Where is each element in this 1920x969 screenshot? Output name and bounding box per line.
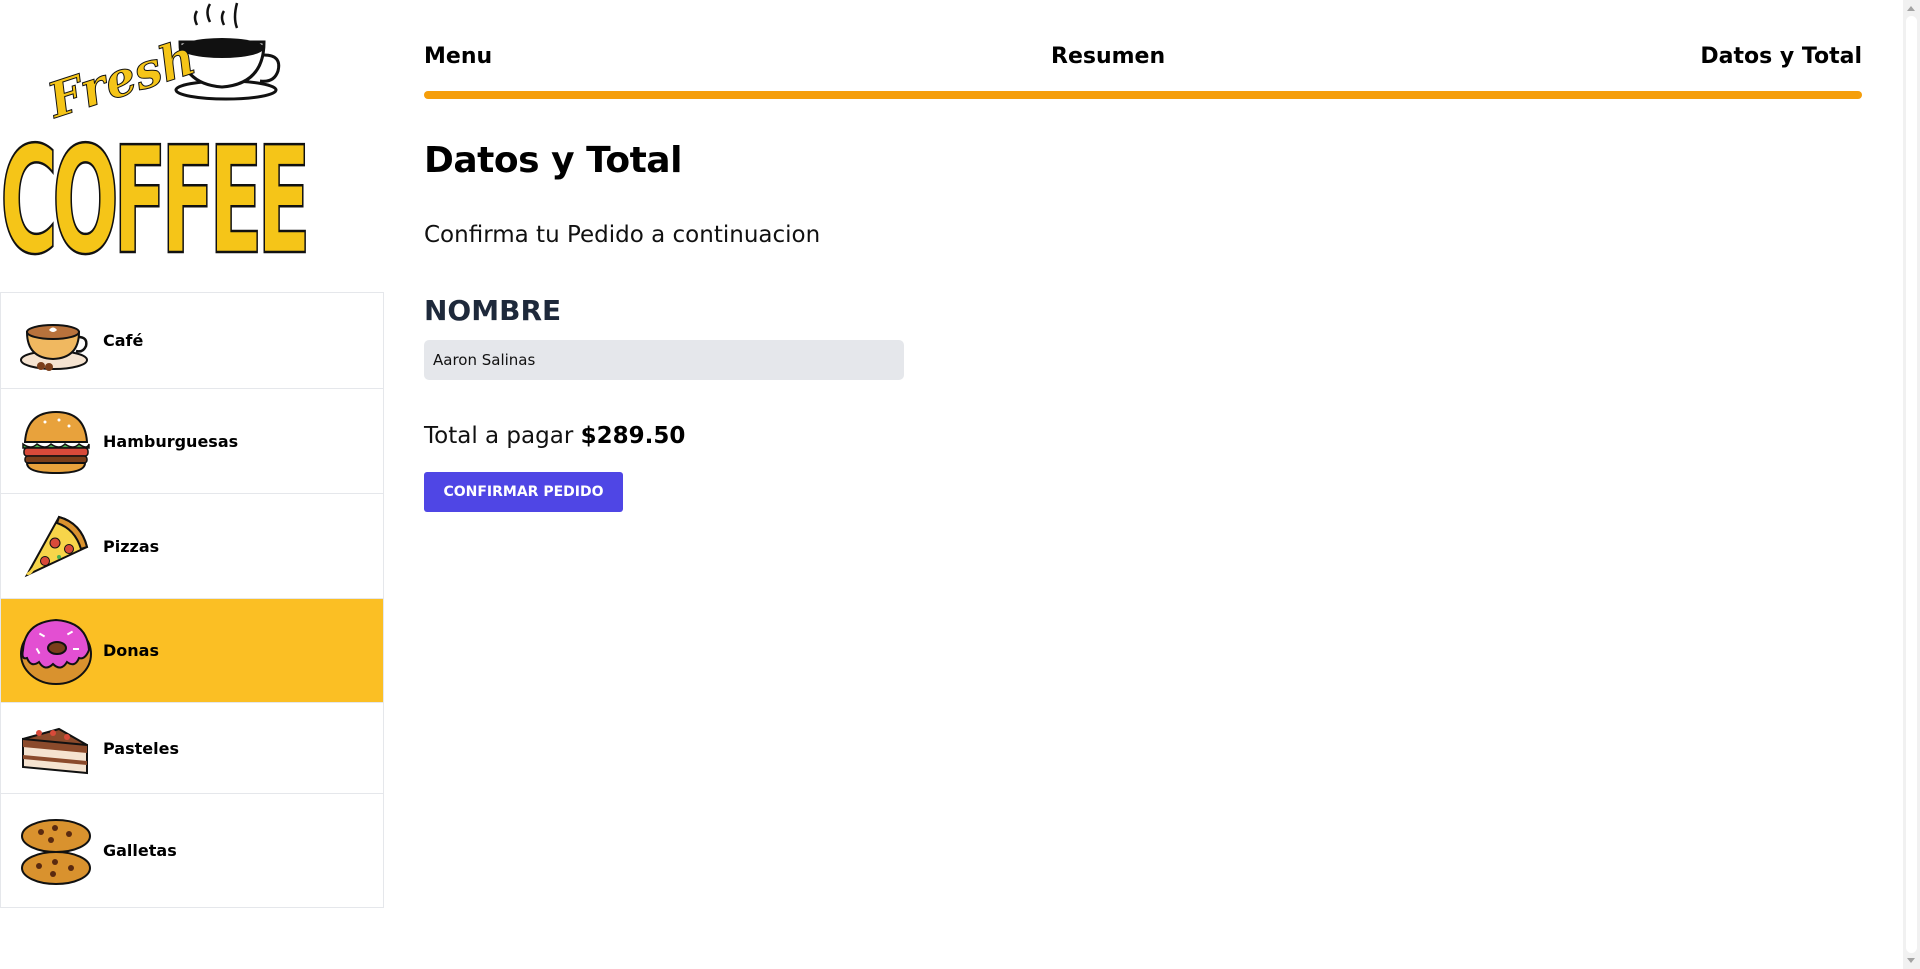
pizza-slice-icon	[24, 515, 89, 578]
page-title: Datos y Total	[424, 140, 682, 181]
scroll-down-arrow-icon[interactable]	[1907, 958, 1915, 963]
name-field-label: NOMBRE	[424, 294, 562, 327]
step-menu[interactable]: Menu	[424, 44, 492, 69]
category-item-cafe[interactable]: Café	[1, 293, 383, 389]
category-label: Café	[103, 331, 144, 350]
confirm-order-button[interactable]: CONFIRMAR PEDIDO	[424, 472, 623, 512]
category-item-hamburguesas[interactable]: Hamburguesas	[1, 389, 383, 494]
category-item-pizzas[interactable]: Pizzas	[1, 494, 383, 599]
category-item-donas[interactable]: Donas	[1, 599, 383, 703]
category-label: Donas	[103, 641, 159, 660]
category-label: Pizzas	[103, 536, 160, 556]
category-label: Galletas	[103, 841, 177, 860]
page-subtitle: Confirma tu Pedido a continuacion	[424, 222, 821, 248]
coffee-cup-icon	[20, 323, 88, 371]
cookies-icon	[21, 818, 91, 885]
burger-icon	[22, 410, 90, 475]
fresh-coffee-logo: Fresh COFFEE	[0, 2, 310, 262]
category-label: Hamburguesas	[103, 431, 239, 451]
category-label: Pasteles	[103, 738, 179, 758]
category-item-galletas[interactable]: Galletas	[1, 794, 383, 907]
progress-bar	[424, 91, 1862, 99]
name-field[interactable]	[424, 340, 904, 380]
total-label: Total a pagar	[424, 423, 574, 449]
step-datos-total[interactable]: Datos y Total	[1700, 44, 1862, 69]
category-list: Café Hamburguesas Pizzas Donas Pasteles …	[0, 292, 384, 908]
progress-bar-fill	[424, 91, 1862, 99]
svg-text:COFFEE: COFFEE	[0, 115, 306, 262]
step-resumen[interactable]: Resumen	[1051, 44, 1165, 69]
total-line: Total a pagar $289.50	[424, 423, 685, 449]
total-amount: $289.50	[580, 423, 686, 449]
logo-text-coffee: COFFEE	[0, 114, 310, 262]
category-item-pasteles[interactable]: Pasteles	[1, 703, 383, 794]
scrollbar-thumb[interactable]	[1906, 16, 1917, 953]
donut-icon	[20, 618, 92, 685]
cake-slice-icon	[22, 727, 88, 775]
sidebar: Fresh COFFEE Café Hamburguesas Pizzas Do…	[0, 0, 384, 969]
scroll-up-arrow-icon[interactable]	[1907, 6, 1915, 11]
vertical-scrollbar[interactable]	[1903, 0, 1920, 969]
step-navigation: Menu Resumen Datos y Total	[424, 44, 1862, 74]
main-content: Menu Resumen Datos y Total Datos y Total…	[424, 0, 1862, 969]
